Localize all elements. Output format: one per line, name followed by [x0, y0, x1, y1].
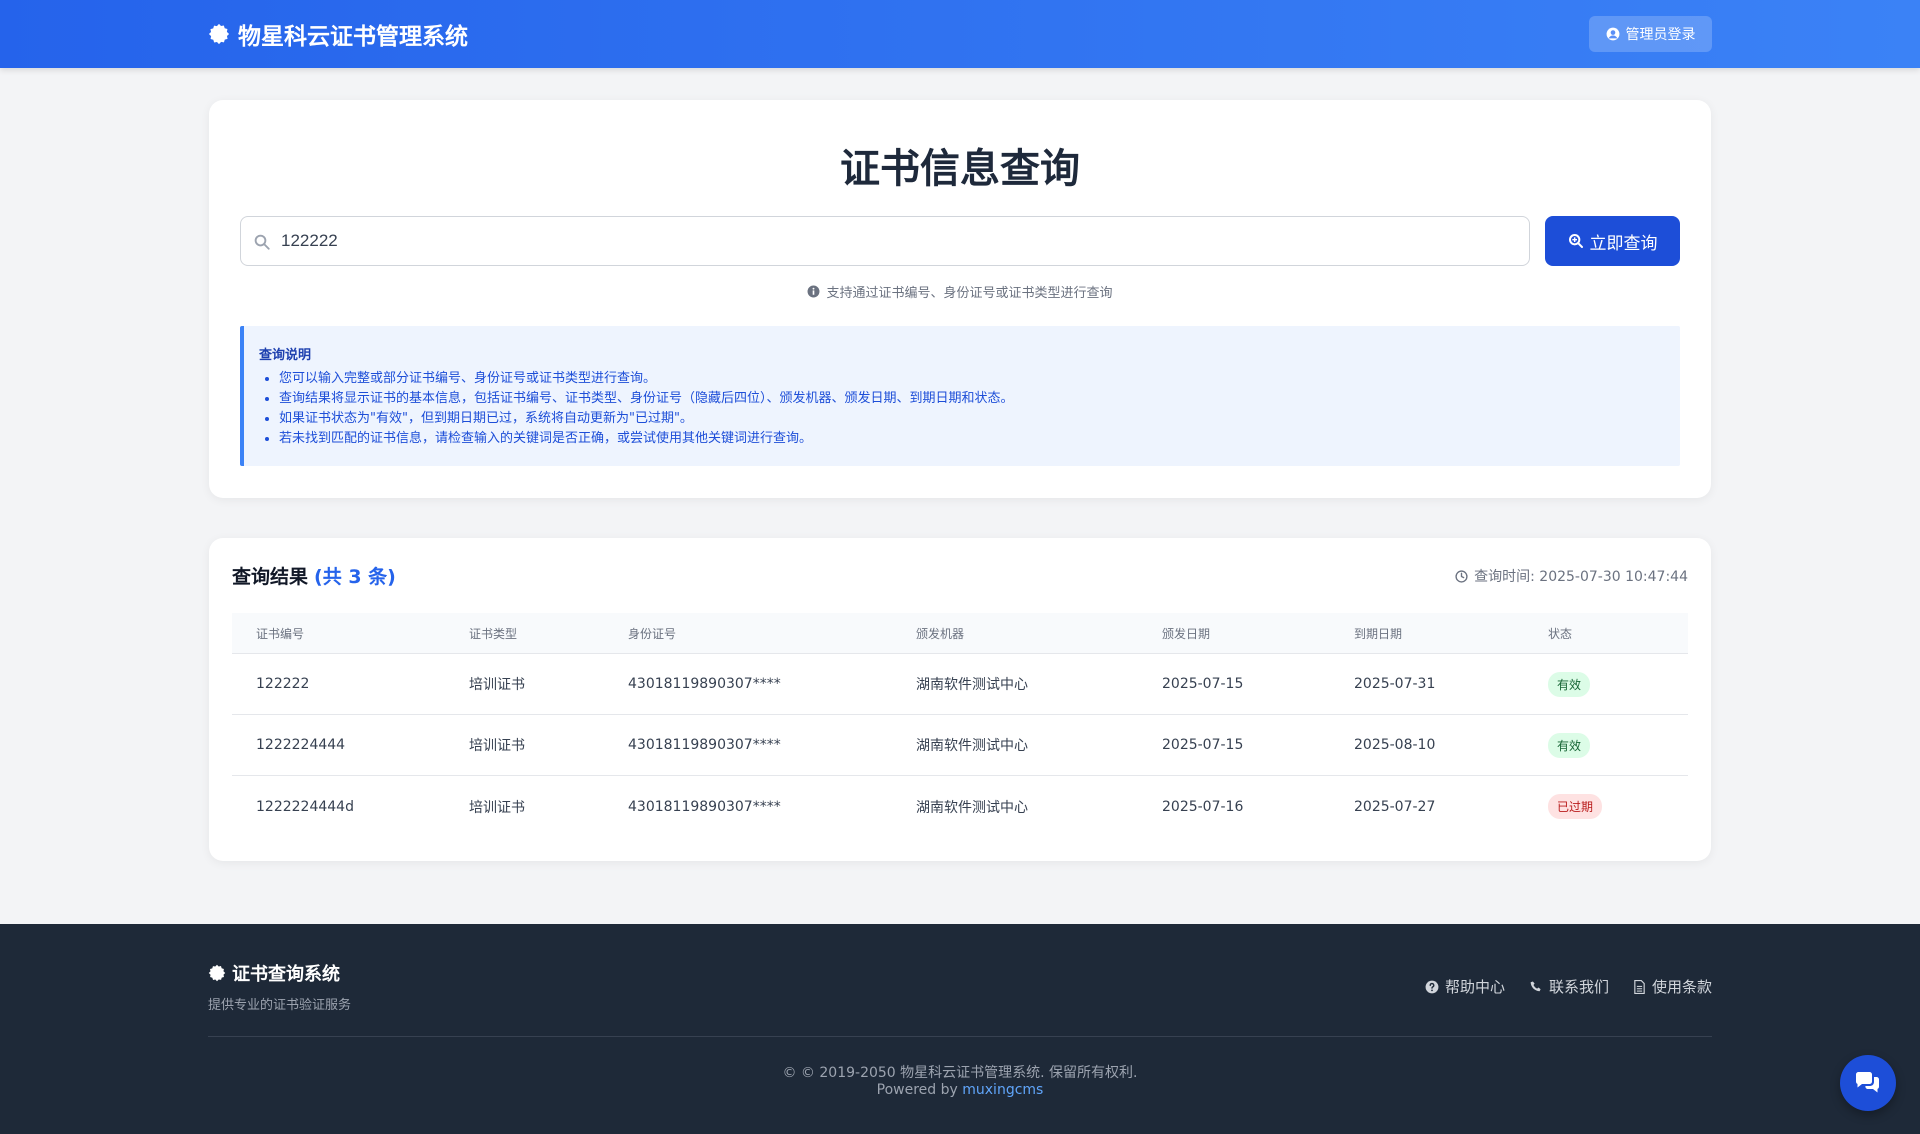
- help-center-label: 帮助中心: [1444, 978, 1505, 996]
- issue-date: 2025-07-15: [1162, 737, 1244, 753]
- expire-date: 2025-07-27: [1354, 798, 1436, 815]
- query-time-text: 查询时间: 2025-07-30 10:47:44: [1474, 569, 1688, 585]
- status-cell: 有效: [1548, 715, 1591, 775]
- instructions-list: 您可以输入完整或部分证书编号、身份证号或证书类型进行查询。 查询结果将显示证书的…: [279, 369, 1014, 449]
- footer-brand-title: 证书查询系统: [232, 964, 340, 985]
- cert-type: 培训证书: [469, 799, 525, 816]
- table-row: 1222224444d 培训证书 43018119890307**** 湖南软件…: [232, 776, 1688, 837]
- results-table: 证书编号 证书类型 身份证号 颁发机器 颁发日期 到期日期 状态 122222 …: [232, 613, 1688, 837]
- chat-bubbles-icon: [1856, 1072, 1879, 1093]
- results-title-text: 查询结果: [232, 566, 309, 588]
- id-number: 43018119890307****: [628, 798, 781, 815]
- copyright: © © 2019-2050 物星科云证书管理系统. 保留所有权利.: [782, 1065, 1138, 1081]
- contact-us-link[interactable]: 联系我们: [1529, 976, 1609, 997]
- issue-date: 2025-07-16: [1162, 798, 1244, 815]
- admin-login-button[interactable]: 管理员登录: [1589, 16, 1712, 52]
- phone-icon: [1530, 980, 1541, 991]
- brand-title: 物星科云证书管理系统: [238, 24, 468, 50]
- instructions-title: 查询说明: [259, 348, 312, 363]
- query-time: 查询时间: 2025-07-30 10:47:44: [1455, 566, 1688, 586]
- question-circle-icon: [1425, 980, 1439, 993]
- table-row: 1222224444 培训证书 43018119890307**** 湖南软件测…: [232, 715, 1688, 776]
- expire-date: 2025-08-10: [1354, 737, 1436, 753]
- footer-brand: 证书查询系统: [208, 960, 340, 986]
- search-hint: 支持通过证书编号、身份证号或证书类型进行查询: [209, 282, 1711, 301]
- user-circle-icon: [1606, 27, 1619, 41]
- contact-us-label: 联系我们: [1548, 978, 1609, 996]
- column-header: 证书类型: [469, 626, 518, 641]
- footer-links: 帮助中心 联系我们 使用条款: [1425, 976, 1712, 997]
- file-icon: [1634, 979, 1645, 994]
- cert-number: 122222: [256, 676, 310, 692]
- query-instructions: 查询说明 您可以输入完整或部分证书编号、身份证号或证书类型进行查询。 查询结果将…: [240, 326, 1680, 466]
- terms-link[interactable]: 使用条款: [1633, 976, 1712, 997]
- chat-button[interactable]: [1840, 1055, 1896, 1111]
- search-plus-icon: [1568, 234, 1583, 248]
- instruction-item: 如果证书状态为"有效"，但到期日期已过，系统将自动更新为"已过期"。: [279, 409, 1014, 429]
- column-header: 颁发机器: [916, 626, 965, 641]
- page-title: 证书信息查询: [840, 146, 1080, 192]
- powered-by-link[interactable]: muxingcms: [962, 1082, 1043, 1098]
- brand[interactable]: 物星科云证书管理系统: [208, 17, 468, 51]
- cert-type: 培训证书: [469, 738, 525, 754]
- certificate-icon: [208, 23, 230, 45]
- id-number: 43018119890307****: [628, 737, 781, 753]
- query-button-label: 立即查询: [1589, 233, 1658, 254]
- issue-date: 2025-07-15: [1162, 676, 1244, 692]
- issuer: 湖南软件测试中心: [916, 738, 1028, 754]
- top-navbar: 物星科云证书管理系统 管理员登录: [0, 0, 1920, 68]
- column-header: 颁发日期: [1162, 626, 1211, 641]
- help-center-link[interactable]: 帮助中心: [1425, 976, 1505, 997]
- clock-icon: [1455, 569, 1468, 583]
- admin-login-label: 管理员登录: [1625, 27, 1696, 43]
- status-cell: 已过期: [1548, 776, 1603, 837]
- cert-type: 培训证书: [469, 677, 525, 693]
- footer-tagline: 提供专业的证书验证服务: [208, 998, 352, 1013]
- status-cell: 有效: [1548, 654, 1591, 714]
- results-title: 查询结果 (共 3 条): [232, 562, 396, 589]
- powered-by: Powered by muxingcms: [0, 1082, 1920, 1098]
- certificate-icon: [208, 964, 226, 982]
- status-badge: 已过期: [1548, 794, 1603, 819]
- results-card: 查询结果 (共 3 条) 查询时间: 2025-07-30 10:47:44 证书…: [209, 538, 1711, 861]
- search-hint-text: 支持通过证书编号、身份证号或证书类型进行查询: [826, 286, 1113, 301]
- column-header: 身份证号: [628, 626, 677, 641]
- instruction-item: 查询结果将显示证书的基本信息，包括证书编号、证书类型、身份证号（隐藏后四位）、颁…: [279, 389, 1014, 409]
- instruction-item: 若未找到匹配的证书信息，请检查输入的关键词是否正确，或尝试使用其他关键词进行查询…: [279, 429, 1014, 449]
- query-button[interactable]: 立即查询: [1545, 216, 1680, 266]
- expire-date: 2025-07-31: [1354, 676, 1436, 692]
- search-box: [240, 216, 1530, 266]
- footer-divider: [208, 1036, 1712, 1037]
- search-icon: [254, 234, 270, 250]
- cert-number: 1222224444: [256, 737, 346, 753]
- issuer: 湖南软件测试中心: [916, 677, 1028, 693]
- footer: 证书查询系统 提供专业的证书验证服务 帮助中心 联系我们 使用条款 © © 20…: [0, 924, 1920, 1134]
- status-badge: 有效: [1548, 671, 1591, 697]
- info-circle-icon: [808, 285, 820, 298]
- table-row: 122222 培训证书 43018119890307**** 湖南软件测试中心 …: [232, 654, 1688, 715]
- column-header: 到期日期: [1354, 626, 1403, 641]
- terms-label: 使用条款: [1651, 978, 1712, 996]
- issuer: 湖南软件测试中心: [916, 799, 1028, 816]
- instruction-item: 您可以输入完整或部分证书编号、身份证号或证书类型进行查询。: [279, 369, 1014, 389]
- powered-by-prefix: Powered by: [876, 1082, 958, 1098]
- column-header: 状态: [1548, 626, 1573, 641]
- search-input[interactable]: [281, 217, 1521, 265]
- cert-number: 1222224444d: [256, 798, 354, 815]
- results-count: (共 3 条): [314, 566, 396, 588]
- id-number: 43018119890307****: [628, 676, 781, 692]
- search-card: 证书信息查询 立即查询 支持通过证书编号、身份证号或证书类型进行查询 查询说明 …: [209, 100, 1711, 498]
- status-badge: 有效: [1548, 732, 1591, 758]
- table-header: 证书编号 证书类型 身份证号 颁发机器 颁发日期 到期日期 状态: [232, 613, 1688, 654]
- column-header: 证书编号: [256, 626, 305, 641]
